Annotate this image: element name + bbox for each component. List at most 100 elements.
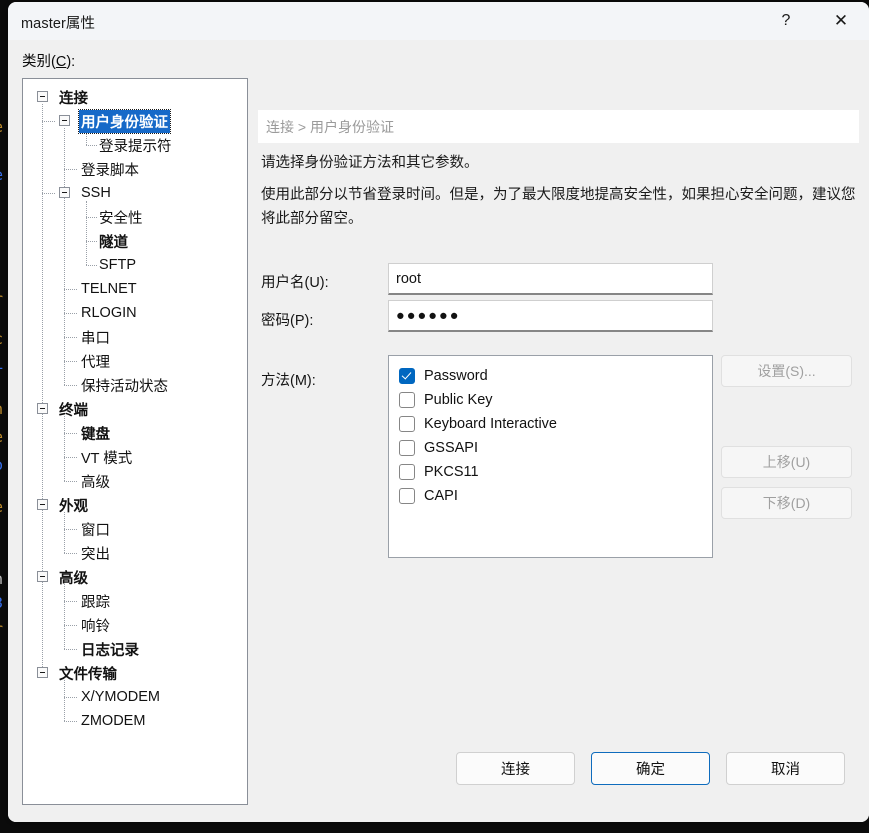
tree-guide-line [64, 433, 77, 434]
method-option-3[interactable]: GSSAPI [399, 436, 712, 460]
move-down-button-label: 下移(D) [762, 495, 811, 511]
tree-item-15[interactable]: VT 模式 [23, 445, 247, 469]
tree-collapse-icon[interactable] [37, 499, 48, 510]
method-label: 方法(M): [261, 373, 316, 389]
tree-item-3[interactable]: 登录脚本 [23, 157, 247, 181]
tree-item-label: X/YMODEM [81, 689, 160, 705]
tree-guide-line [64, 385, 77, 386]
tree-collapse-icon[interactable] [59, 115, 70, 126]
tree-item-label: 跟踪 [81, 594, 110, 611]
tree-item-8[interactable]: TELNET [23, 277, 247, 301]
checkbox-icon[interactable] [399, 392, 415, 408]
tree-item-label: TELNET [81, 281, 137, 297]
tree-item-label: 用户身份验证 [78, 108, 171, 134]
tree-item-label: ZMODEM [81, 713, 146, 729]
help-icon[interactable]: ? [763, 2, 809, 40]
method-checkbox-list[interactable]: Password Public Key Keyboard Interactive GS… [388, 355, 713, 558]
terminal-text-fragment: e [0, 498, 3, 516]
tree-item-label: 响铃 [81, 618, 110, 635]
move-up-button[interactable]: 上移(U) [721, 446, 852, 478]
tree-item-18[interactable]: 窗口 [23, 517, 247, 541]
method-option-0[interactable]: Password [399, 364, 712, 388]
close-icon[interactable]: ✕ [818, 2, 864, 40]
ok-button[interactable]: 确定 [591, 752, 710, 785]
tree-item-21[interactable]: 跟踪 [23, 589, 247, 613]
terminal-text-fragment: r [0, 290, 3, 308]
tree-collapse-icon[interactable] [37, 667, 48, 678]
tree-item-10[interactable]: 串口 [23, 325, 247, 349]
password-input[interactable] [388, 300, 713, 332]
tree-item-6[interactable]: 隧道 [23, 229, 247, 253]
tree-item-label: VT 模式 [81, 450, 133, 467]
tree-guide-line [42, 121, 55, 122]
tree-item-16[interactable]: 高级 [23, 469, 247, 493]
tree-guide-line [86, 241, 97, 242]
tree-item-20[interactable]: 高级 [23, 565, 247, 589]
tree-collapse-icon[interactable] [59, 187, 70, 198]
help-glyph: ? [781, 12, 791, 29]
checkbox-icon[interactable] [399, 488, 415, 504]
tree-item-2[interactable]: 登录提示符 [23, 133, 247, 157]
tree-guide-line [64, 601, 77, 602]
tree-collapse-icon[interactable] [37, 571, 48, 582]
tree-guide-line [64, 128, 65, 385]
tree-guide-line [42, 193, 55, 194]
tree-item-label: 安全性 [99, 210, 143, 227]
dialog-body: 类别(C): 连接 用户身份验证 登录提示符 登录脚本 SSH 安全性 隧道 SFTP TELN… [8, 40, 869, 822]
tree-item-25[interactable]: X/YMODEM [23, 685, 247, 709]
category-tree[interactable]: 连接 用户身份验证 登录提示符 登录脚本 SSH 安全性隧道 SFTP TELNET RLOGI… [22, 78, 248, 805]
breadcrumb-text: 连接 > 用户身份验证 [266, 118, 394, 135]
tree-guide-line [64, 169, 77, 170]
tree-collapse-icon[interactable] [37, 91, 48, 102]
tree-item-9[interactable]: RLOGIN [23, 301, 247, 325]
checkbox-icon[interactable] [399, 416, 415, 432]
method-option-label: Public Key [424, 392, 493, 408]
tree-guide-line [64, 553, 77, 554]
tree-item-14[interactable]: 键盘 [23, 421, 247, 445]
method-option-4[interactable]: PKCS11 [399, 460, 712, 484]
method-option-2[interactable]: Keyboard Interactive [399, 412, 712, 436]
tree-item-26[interactable]: ZMODEM [23, 709, 247, 733]
terminal-text-fragment: o [0, 456, 3, 474]
checkbox-icon[interactable] [399, 440, 415, 456]
tree-guide-line [64, 361, 77, 362]
tree-item-17[interactable]: 外观 [23, 493, 247, 517]
move-down-button[interactable]: 下移(D) [721, 487, 852, 519]
tree-guide-line [64, 512, 65, 553]
username-input[interactable] [388, 263, 713, 295]
tree-item-12[interactable]: 保持活动状态 [23, 373, 247, 397]
tree-item-23[interactable]: 日志记录 [23, 637, 247, 661]
tree-item-4[interactable]: SSH [23, 181, 247, 205]
tree-item-7[interactable]: SFTP [23, 253, 247, 277]
tree-item-5[interactable]: 安全性 [23, 205, 247, 229]
cancel-button[interactable]: 取消 [726, 752, 845, 785]
tree-item-19[interactable]: 突出 [23, 541, 247, 565]
dialog-title: master属性 [21, 16, 96, 32]
tree-guide-line [64, 289, 77, 290]
tree-collapse-icon[interactable] [37, 403, 48, 414]
tree-item-1[interactable]: 用户身份验证 [23, 108, 247, 134]
checkbox-icon[interactable] [399, 368, 415, 384]
tree-item-24[interactable]: 文件传输 [23, 661, 247, 685]
terminal-text-fragment: c [0, 330, 3, 348]
settings-button[interactable]: 设置(S)... [721, 355, 852, 387]
tree-item-13[interactable]: 终端 [23, 397, 247, 421]
tree-item-label: 日志记录 [81, 642, 139, 659]
description-primary: 请选择身份验证方法和其它参数。 [261, 155, 479, 171]
checkbox-icon[interactable] [399, 464, 415, 480]
method-option-5[interactable]: CAPI [399, 484, 712, 508]
connect-button[interactable]: 连接 [456, 752, 575, 785]
tree-item-label: 文件传输 [59, 666, 117, 683]
tree-guide-line [64, 416, 65, 481]
tree-guide-line [64, 313, 77, 314]
tree-item-label: 保持活动状态 [81, 378, 168, 395]
category-label-suffix: ): [66, 54, 76, 70]
method-option-1[interactable]: Public Key [399, 388, 712, 412]
tree-item-0[interactable]: 连接 [23, 85, 247, 109]
tree-item-22[interactable]: 响铃 [23, 613, 247, 637]
terminal-text-fragment: n [0, 400, 3, 418]
tree-item-label: 高级 [81, 474, 110, 491]
tree-item-11[interactable]: 代理 [23, 349, 247, 373]
terminal-text-fragment: e [0, 428, 3, 446]
tree-item-label: 代理 [81, 354, 110, 371]
